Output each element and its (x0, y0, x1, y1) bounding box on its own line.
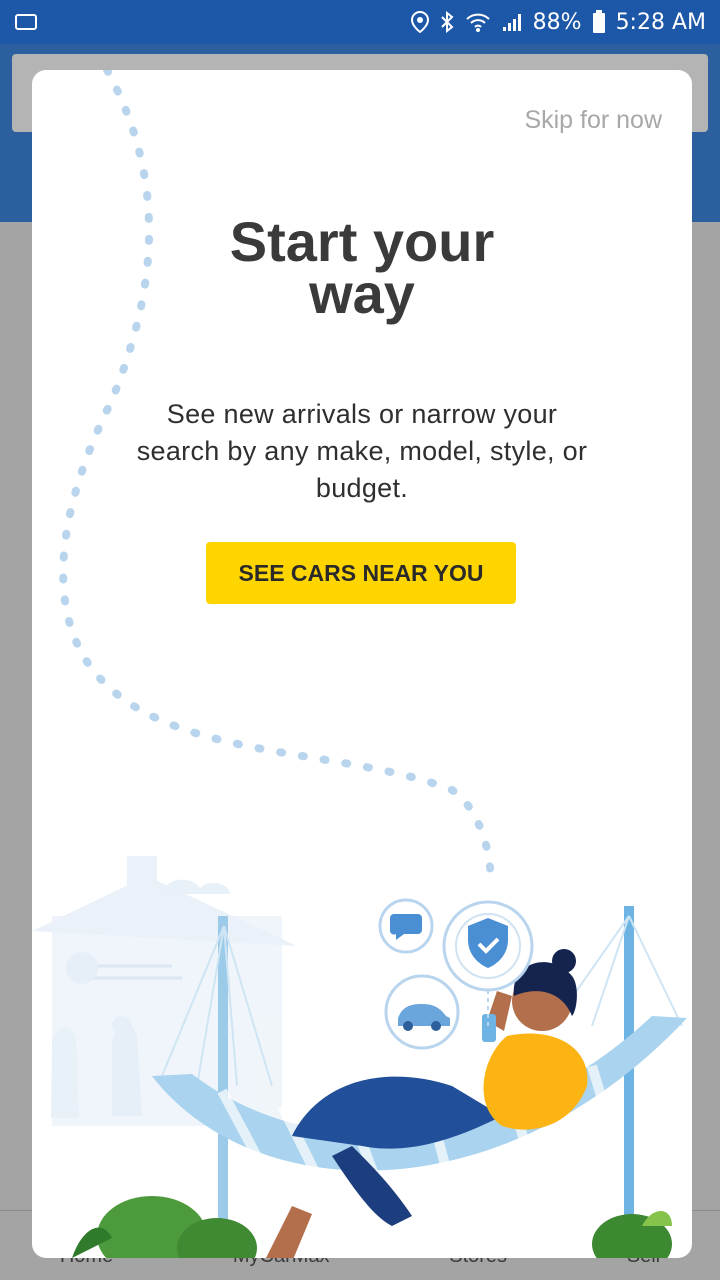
bush-right (592, 1211, 672, 1258)
car-icon (384, 974, 460, 1050)
notification-area (14, 11, 40, 33)
chat-bubble-icon (378, 898, 434, 954)
status-bar: 88% 5:28 AM (0, 0, 720, 44)
onboarding-card: Skip for now Start your way See new arri… (32, 70, 692, 1258)
bush-left (72, 1196, 257, 1258)
app-notification-icon (14, 11, 40, 33)
title-line-2: way (309, 262, 415, 325)
clock: 5:28 AM (615, 9, 706, 35)
see-cars-near-you-button[interactable]: SEE CARS NEAR YOU (206, 542, 516, 604)
wifi-icon (465, 11, 491, 33)
hammock-illustration (32, 856, 687, 1258)
onboarding-description: See new arrivals or narrow your search b… (136, 399, 588, 503)
cloud-decoration (162, 879, 230, 894)
battery-percent: 88% (532, 9, 582, 35)
location-icon (410, 11, 429, 33)
signal-icon (501, 11, 523, 33)
bluetooth-icon (439, 11, 455, 33)
shield-check-icon (442, 900, 534, 992)
onboarding-title: Start your way (32, 210, 692, 325)
title-line-1: Start your (229, 210, 495, 273)
battery-icon (592, 10, 606, 34)
skip-for-now-link[interactable]: Skip for now (524, 106, 662, 135)
